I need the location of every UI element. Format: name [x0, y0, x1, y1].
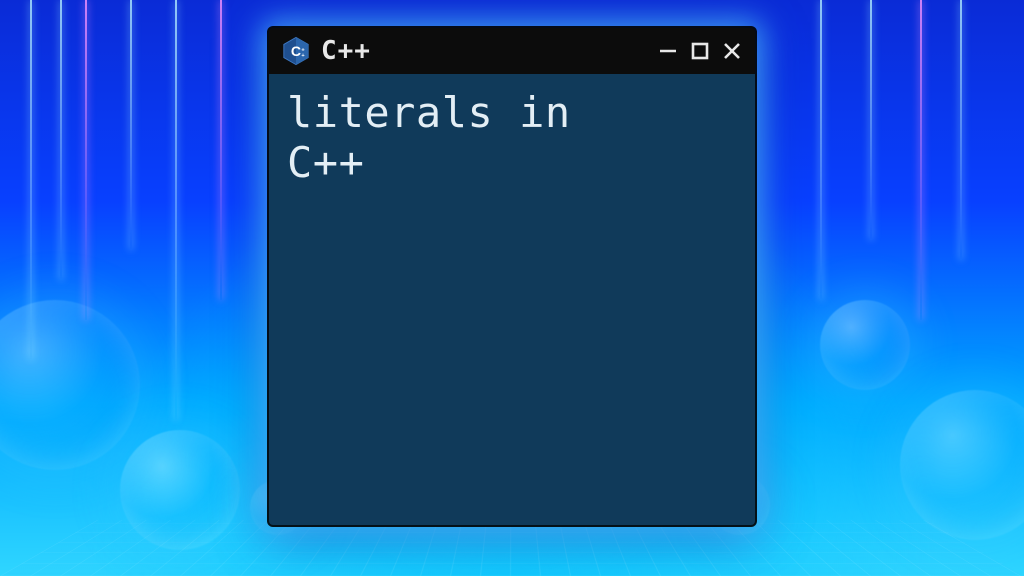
- titlebar[interactable]: C + + C++: [269, 28, 755, 74]
- client-area: literals in C++: [269, 74, 755, 525]
- decorative-trace: [175, 0, 177, 420]
- content-line-1: literals in: [287, 88, 571, 137]
- decorative-sphere: [820, 300, 910, 390]
- decorative-trace: [85, 0, 87, 320]
- minimize-button[interactable]: [657, 40, 679, 62]
- window-controls: [657, 40, 743, 62]
- decorative-trace: [30, 0, 32, 360]
- decorative-trace: [820, 0, 822, 300]
- decorative-trace: [920, 0, 922, 320]
- decorative-sphere: [120, 430, 240, 550]
- window-title: C++: [321, 38, 371, 64]
- decorative-trace: [130, 0, 132, 250]
- decorative-sphere: [0, 300, 140, 470]
- decorative-trace: [960, 0, 962, 260]
- decorative-trace: [870, 0, 872, 240]
- cpp-logo-icon: C + +: [281, 36, 311, 66]
- content-line-2: C++: [287, 138, 364, 187]
- app-window: C + + C++ l: [269, 28, 755, 525]
- decorative-trace: [60, 0, 62, 280]
- maximize-button[interactable]: [689, 40, 711, 62]
- decorative-trace: [220, 0, 222, 300]
- svg-text:C: C: [291, 43, 301, 59]
- close-button[interactable]: [721, 40, 743, 62]
- decorative-sphere: [900, 390, 1024, 540]
